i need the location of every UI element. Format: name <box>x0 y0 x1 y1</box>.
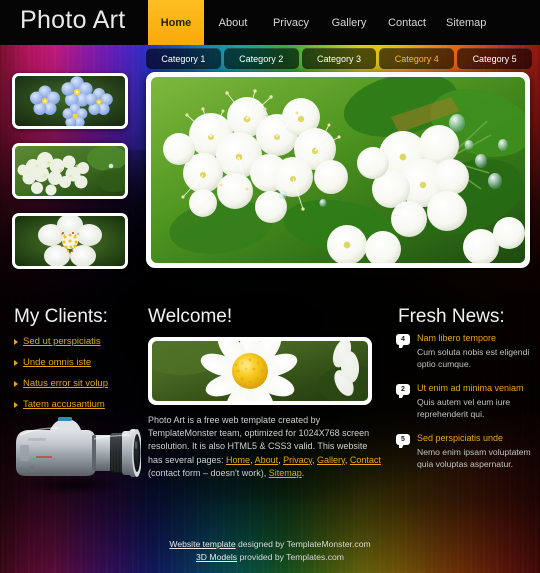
client-link[interactable]: Natus error sit volup <box>23 378 108 389</box>
news-item: 4 Nam libero tempore Cum soluta nobis est … <box>396 333 532 370</box>
site-footer: Website template designed by TemplateMon… <box>0 538 540 564</box>
nav-item-about[interactable]: About <box>204 0 262 45</box>
site-logo[interactable]: Photo Art <box>20 6 126 35</box>
footer-line-2: 3D Models provided by Templates.com <box>0 551 540 564</box>
news-item: 5 Sed perspiciatis unde Nemo enim ipsam vo… <box>396 433 532 470</box>
news-description: Cum soluta nobis est eligendi optio cumq… <box>417 347 530 369</box>
nav-item-contact[interactable]: Contact <box>378 0 436 45</box>
thumbnail-1-image <box>15 76 125 126</box>
news-body: Ut enim ad minima veniam Quis autem vel e… <box>417 383 532 420</box>
nav-item-gallery[interactable]: Gallery <box>320 0 378 45</box>
news-list: 4 Nam libero tempore Cum soluta nobis est … <box>396 333 532 483</box>
footer-link-website-template[interactable]: Website template <box>169 539 235 549</box>
arrow-right-icon <box>14 380 18 387</box>
category-tab-5[interactable]: Category 5 <box>457 48 532 69</box>
client-list-item[interactable]: Natus error sit volup <box>14 378 138 389</box>
inline-link-sitemap[interactable]: Sitemap <box>269 468 302 478</box>
main-navigation: Home About Privacy Gallery Contact Sitemap <box>148 0 496 45</box>
news-count-badge: 2 <box>396 384 410 398</box>
welcome-text-part3: . <box>301 467 305 478</box>
news-title-link[interactable]: Ut enim ad minima veniam <box>417 383 532 393</box>
news-description: Quis autem vel eum iure reprehenderit qu… <box>417 397 511 419</box>
news-count-badge: 5 <box>396 434 410 448</box>
welcome-image-frame[interactable] <box>148 337 372 405</box>
news-description: Nemo enim ipsam voluptatem quia voluptas… <box>417 447 531 469</box>
news-body: Nam libero tempore Cum soluta nobis est e… <box>417 333 532 370</box>
clients-heading: My Clients: <box>14 306 108 327</box>
news-item: 2 Ut enim ad minima veniam Quis autem vel … <box>396 383 532 420</box>
inline-link-gallery[interactable]: Gallery <box>317 455 345 465</box>
footer-line-1: Website template designed by TemplateMon… <box>0 538 540 551</box>
arrow-right-icon <box>14 338 18 345</box>
hero-image-frame[interactable] <box>146 72 530 268</box>
client-list-item[interactable]: Sed ut perspiciatis <box>14 336 138 347</box>
welcome-heading: Welcome! <box>148 306 233 327</box>
category-tab-bar: Category 1 Category 2 Category 3 Category 4… <box>146 48 532 69</box>
thumbnail-1[interactable] <box>12 73 128 129</box>
site-header: Photo Art Home About Privacy Gallery Contact… <box>0 0 540 45</box>
footer-text-2: provided by Templates.com <box>237 552 344 562</box>
thumbnail-3-image <box>15 216 125 266</box>
welcome-image <box>152 341 368 401</box>
nav-item-sitemap[interactable]: Sitemap <box>436 0 496 45</box>
category-tab-1[interactable]: Category 1 <box>146 48 221 69</box>
welcome-paragraph: Photo Art is a free web template created… <box>148 414 384 480</box>
category-tab-4[interactable]: Category 4 <box>379 48 455 69</box>
arrow-right-icon <box>14 359 18 366</box>
inline-link-contact[interactable]: Contact <box>350 455 381 465</box>
footer-text-1: designed by TemplateMonster.com <box>235 539 371 549</box>
client-list-item[interactable]: Unde omnis iste <box>14 357 138 368</box>
category-tab-3[interactable]: Category 3 <box>301 48 377 69</box>
page-root: Photo Art Home About Privacy Gallery Contact… <box>0 0 540 573</box>
camera-image <box>6 405 142 500</box>
client-link[interactable]: Sed ut perspiciatis <box>23 336 101 347</box>
news-title-link[interactable]: Nam libero tempore <box>417 333 532 343</box>
news-heading: Fresh News: <box>398 306 505 327</box>
client-link[interactable]: Unde omnis iste <box>23 357 91 368</box>
news-count-badge: 4 <box>396 334 410 348</box>
nav-item-privacy[interactable]: Privacy <box>262 0 320 45</box>
thumbnail-2-image <box>15 146 125 196</box>
news-body: Sed perspiciatis unde Nemo enim ipsam vol… <box>417 433 532 470</box>
nav-item-home[interactable]: Home <box>148 0 204 45</box>
thumbnail-2[interactable] <box>12 143 128 199</box>
welcome-text-part2: (contact form – doesn't work), <box>148 467 269 478</box>
footer-link-3d-models[interactable]: 3D Models <box>196 552 237 562</box>
inline-link-about[interactable]: About <box>255 455 279 465</box>
thumbnail-3[interactable] <box>12 213 128 269</box>
hero-image <box>151 77 525 263</box>
category-tab-2[interactable]: Category 2 <box>223 48 299 69</box>
inline-link-home[interactable]: Home <box>226 455 250 465</box>
inline-link-privacy[interactable]: Privacy <box>283 455 312 465</box>
news-title-link[interactable]: Sed perspiciatis unde <box>417 433 532 443</box>
